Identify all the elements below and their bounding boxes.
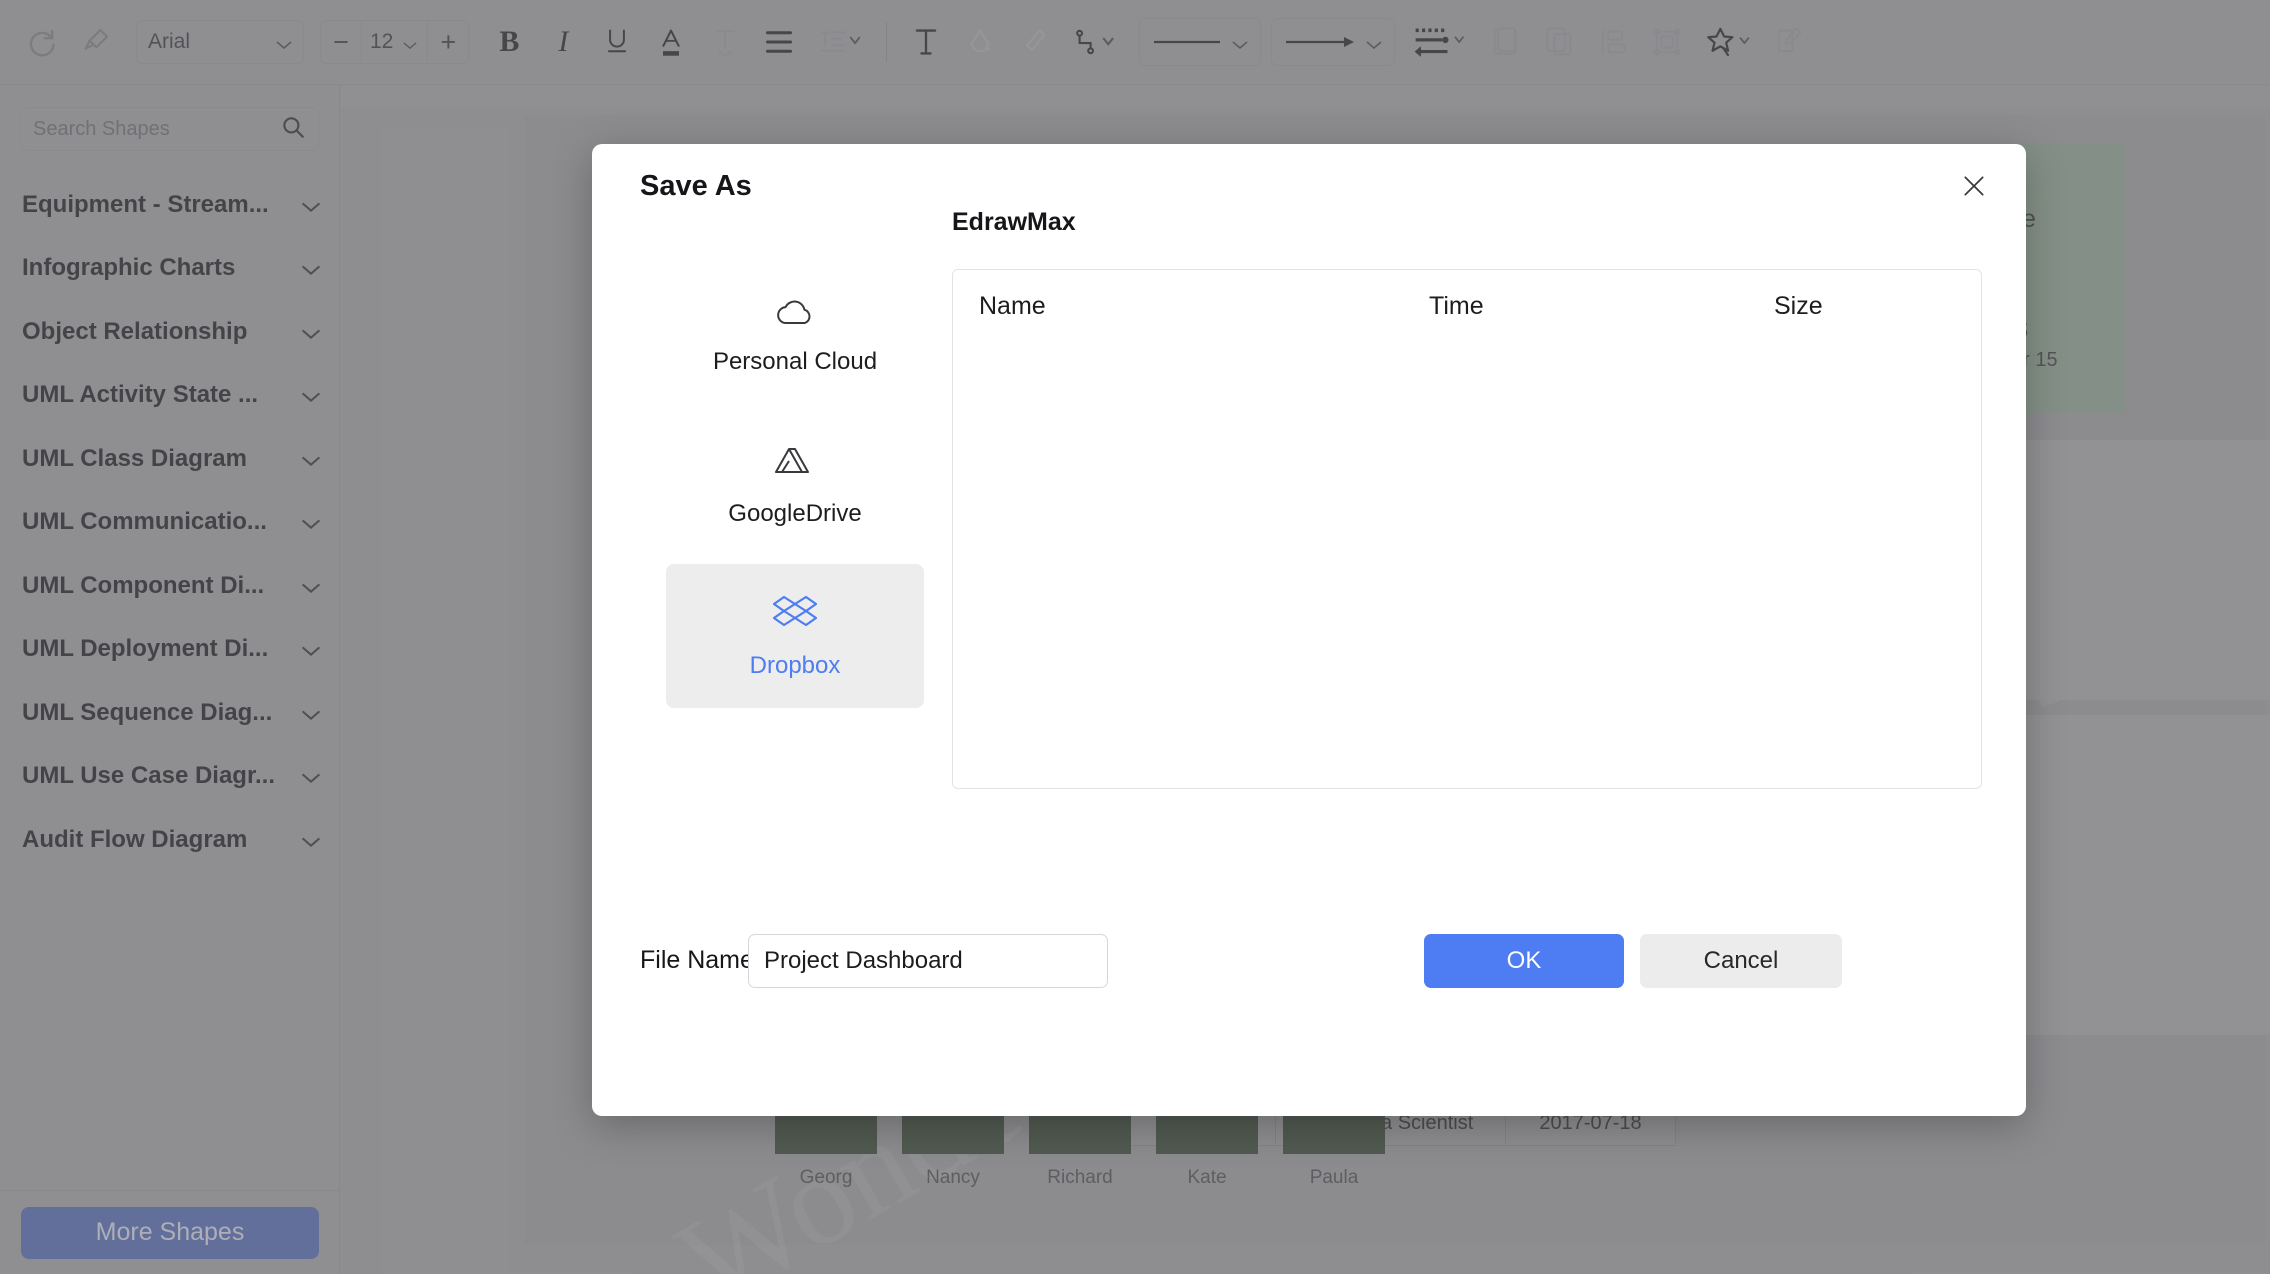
close-icon [1961, 173, 1987, 204]
cancel-button[interactable]: Cancel [1640, 934, 1842, 988]
cancel-label: Cancel [1703, 947, 1779, 974]
section-title: EdrawMax [952, 208, 1076, 236]
column-header-name[interactable]: Name [979, 292, 1429, 321]
ok-button[interactable]: OK [1424, 934, 1624, 988]
provider-google-drive[interactable]: GoogleDrive [666, 414, 924, 558]
column-header-size[interactable]: Size [1774, 292, 1924, 321]
file-name-label: File Name [640, 946, 754, 974]
application-window: Arial − 12 + B I Search Shapes Equipment… [0, 0, 2270, 1274]
dropbox-icon [772, 593, 818, 638]
dialog-title: Save As [640, 170, 752, 202]
provider-label: GoogleDrive [728, 499, 862, 527]
file-list-header: Name Time Size [953, 270, 1981, 342]
provider-label: Dropbox [749, 651, 841, 679]
column-header-time[interactable]: Time [1429, 292, 1774, 321]
file-name-value: Project Dashboard [764, 947, 963, 974]
ok-label: OK [1506, 947, 1542, 974]
storage-provider-list: Personal Cloud GoogleDrive Dropbox [640, 264, 950, 714]
provider-label: Personal Cloud [712, 347, 878, 375]
google-drive-icon [775, 445, 815, 486]
provider-dropbox[interactable]: Dropbox [666, 564, 924, 708]
file-name-input[interactable]: Project Dashboard [748, 934, 1108, 988]
file-list[interactable]: Name Time Size [952, 269, 1982, 789]
save-as-dialog: Save As EdrawMax Personal Cloud GoogleDr… [592, 144, 2026, 1116]
dialog-footer: File Name Project Dashboard OK Cancel [640, 934, 1982, 988]
close-button[interactable] [1956, 170, 1992, 206]
cloud-icon [773, 297, 817, 334]
provider-personal-cloud[interactable]: Personal Cloud [666, 264, 924, 408]
